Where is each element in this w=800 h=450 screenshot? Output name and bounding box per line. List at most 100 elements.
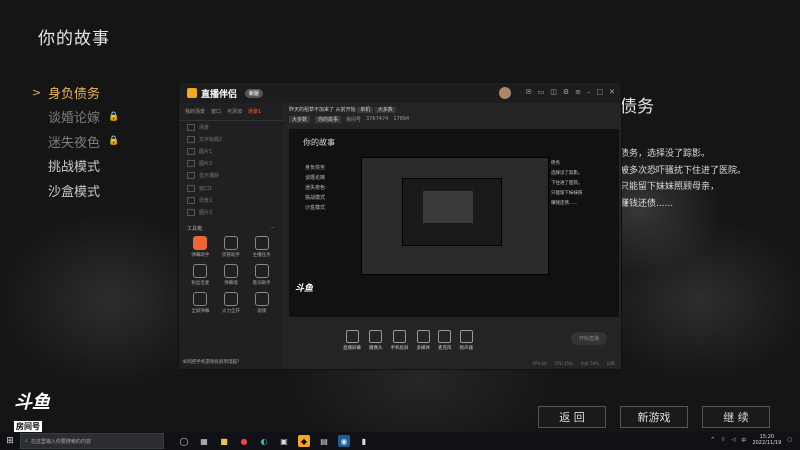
phone-cast-button[interactable]: 手机投屏	[391, 329, 409, 351]
speaker-icon	[459, 329, 473, 343]
clock[interactable]: 15:20 2022/11/19	[752, 434, 781, 446]
stream-app-icon[interactable]: ◆	[298, 435, 310, 447]
microphone-button[interactable]: 麦克风	[438, 329, 452, 351]
system-tray: ^ ⌔ ◁ 中 15:20 2022/11/19 ▢	[711, 434, 792, 446]
tab-my-scenes[interactable]: 我的场景	[185, 108, 205, 115]
monitor-icon	[345, 329, 359, 343]
network-icon[interactable]: ⌔	[721, 437, 726, 443]
new-game-button[interactable]: 新游戏	[620, 406, 688, 428]
list-item[interactable]: 文字标题2	[179, 133, 283, 145]
avatar[interactable]	[499, 87, 511, 99]
taskbar-search-input[interactable]: ⌕ 在这里输入你要搜索的内容	[20, 433, 164, 449]
tab-window[interactable]: 窗口	[211, 108, 221, 115]
wall-icon	[223, 263, 238, 278]
status-bar: FPS 60 CPU 35% 内存 50% 码率	[532, 361, 615, 366]
eye-icon[interactable]	[187, 160, 195, 168]
tag-chip[interactable]: 大多数	[289, 116, 311, 123]
menu-item-label: 挑战模式	[48, 160, 101, 176]
list-item[interactable]: 图片3	[179, 206, 283, 218]
volume-icon[interactable]: ◁	[732, 437, 736, 443]
continue-button[interactable]: 继 续	[702, 406, 770, 428]
media-button[interactable]: 多媒体	[416, 329, 430, 351]
speaker-button[interactable]: 扬声器	[459, 329, 473, 351]
list-item[interactable]: 场景2	[179, 194, 283, 206]
eye-icon[interactable]	[187, 208, 195, 216]
eye-icon[interactable]	[187, 123, 195, 131]
stream-title[interactable]: 昨天的稻草不加来了 从前开始	[289, 107, 356, 113]
list-item[interactable]: 显示捕获	[179, 170, 283, 182]
menu-item-debt[interactable]: > 身负债务	[32, 80, 119, 105]
eye-icon[interactable]	[187, 172, 195, 180]
list-item[interactable]: 窗口1	[179, 182, 283, 194]
menu-item-night[interactable]: 迷失夜色 🔒	[32, 129, 119, 154]
stream-info-bar: 昨天的稻草不加来了 从前开始 单机 大多数 大多数 你的故事 房间号 37674…	[285, 103, 621, 131]
windows-start-icon[interactable]: ⊞	[0, 436, 20, 446]
menu-item-sandbox[interactable]: 沙盒模式	[32, 178, 119, 203]
tool-filter[interactable]: 滤镜	[246, 291, 277, 314]
gift-icon[interactable]: ◫	[550, 88, 557, 96]
lock-icon: 🔒	[108, 136, 120, 147]
tool-fire[interactable]: 火力全开	[216, 291, 247, 314]
task-view-icon[interactable]: ◯	[178, 435, 190, 447]
category-select[interactable]: 大多数	[374, 107, 396, 113]
ime-icon[interactable]: 中	[741, 437, 746, 444]
go-live-button[interactable]: 开始直播	[570, 332, 607, 345]
phone-icon	[393, 329, 406, 343]
store-icon[interactable]: ▣	[278, 435, 290, 447]
notification-icon[interactable]: ▢	[787, 437, 792, 443]
chevron-right-icon: >	[32, 85, 42, 99]
tool-lyrics[interactable]: 歌词助手	[246, 263, 277, 286]
lock-icon: 🔒	[108, 111, 120, 122]
taskbar: ⊞ ⌕ 在这里输入你要搜索的内容 ◯ ▦ ■ ● ◐ ▣ ◆ ▤ ◉ ▮ ^ ⌔…	[0, 432, 800, 450]
menu-icon[interactable]: ≡	[575, 88, 581, 96]
help-link[interactable]: 如何把手机游戏投屏到电脑？	[183, 359, 242, 365]
stream-preview[interactable]: 你的故事 身负债务 谈婚论嫁 迷失夜色 挑战模式 沙盒模式 债务 选择没了踪影。…	[289, 129, 619, 317]
list-item[interactable]: 图片1	[179, 145, 283, 157]
tab-scene1[interactable]: 场景1	[248, 108, 261, 115]
stream-app-sidebar: 我的场景 窗口 可添加 场景1 场景 文字标题2 图片1 图片2 显示捕获 窗口…	[179, 103, 283, 369]
story-text: 债务，选择没了踪影。 被多次恐吓骚扰下住进了医院。 只能留下妹妹照顾母亲， 赚钱…	[620, 149, 747, 209]
version-pill[interactable]: 新版	[245, 88, 264, 98]
list-item[interactable]: 场景	[179, 121, 283, 133]
list-item[interactable]: 图片2	[179, 158, 283, 170]
edge-icon[interactable]: ◐	[258, 435, 270, 447]
eye-icon[interactable]	[187, 147, 195, 155]
link-icon	[193, 263, 208, 278]
category-label: 单机	[357, 107, 374, 113]
tool-room-admin[interactable]: 房管助手	[216, 235, 247, 258]
minimize-icon[interactable]: –	[587, 88, 591, 96]
settings-icon[interactable]: ⚙	[563, 88, 569, 96]
tool-tasks[interactable]: 主播任务	[246, 235, 277, 258]
app-icon[interactable]: ▤	[318, 435, 330, 447]
tool-danmu-helper[interactable]: 弹幕助手	[185, 235, 216, 258]
tool-fullscreen-danmu[interactable]: 全屏弹幕	[185, 291, 216, 314]
more-icon[interactable]: ⋯	[270, 225, 275, 232]
steam-icon[interactable]: ◉	[338, 435, 350, 447]
tool-danmu-wall[interactable]: 弹幕墙	[216, 263, 247, 286]
mail-icon[interactable]: ✉	[526, 88, 532, 96]
game-icon[interactable]: ▮	[358, 435, 370, 447]
widgets-icon[interactable]: ▦	[198, 435, 210, 447]
screen-capture-button[interactable]: 直播屏幕	[343, 329, 361, 351]
camera-button[interactable]: 摄像头	[369, 329, 383, 351]
tag-chip[interactable]: 你的故事	[315, 116, 342, 123]
menu-item-label: 迷失夜色	[48, 135, 101, 151]
maximize-icon[interactable]: □	[597, 88, 604, 96]
eye-icon[interactable]	[187, 184, 195, 192]
back-button[interactable]: 返 回	[538, 406, 606, 428]
story-title: 债务	[620, 97, 654, 117]
menu-item-marriage[interactable]: 谈婚论嫁 🔒	[32, 105, 119, 130]
eye-icon[interactable]	[187, 135, 195, 143]
chrome-icon[interactable]: ●	[238, 435, 250, 447]
chevron-up-icon[interactable]: ^	[711, 437, 715, 443]
eye-icon[interactable]	[187, 196, 195, 204]
screen-icon[interactable]: ▭	[538, 88, 545, 96]
nested-preview	[361, 157, 549, 275]
folder-icon[interactable]: ■	[218, 435, 230, 447]
menu-item-challenge[interactable]: 挑战模式	[32, 154, 119, 179]
close-icon[interactable]: ✕	[609, 88, 615, 96]
play-icon	[416, 329, 430, 343]
tool-link-mic[interactable]: 粉丝连麦	[185, 263, 216, 286]
task-icon	[254, 235, 269, 250]
tab-addable[interactable]: 可添加	[227, 108, 242, 115]
